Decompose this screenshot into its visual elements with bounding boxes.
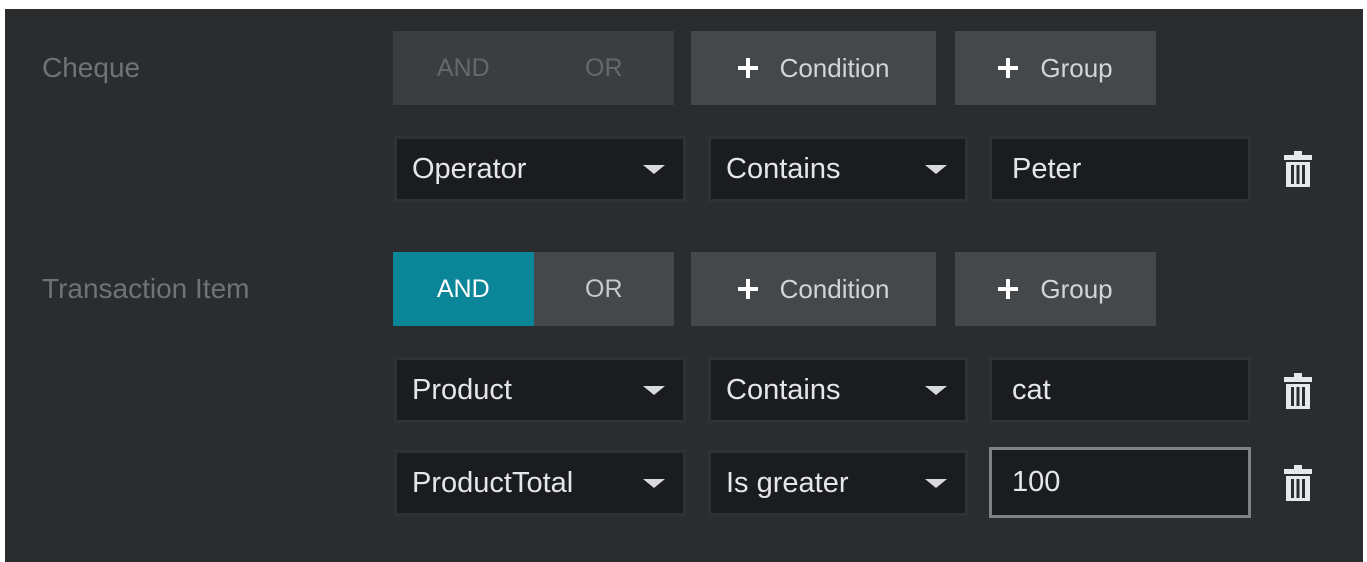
operator-select-value: Contains [726,373,841,406]
add-group-label: Group [1040,273,1113,304]
add-condition-label: Condition [779,273,890,304]
logic-toggle-cheque: AND OR [393,31,674,105]
add-condition-button[interactable]: Condition [691,252,936,326]
group-label-cheque: Cheque [42,52,141,83]
field-select-value: ProductTotal [412,466,574,499]
and-button[interactable]: AND [393,252,534,326]
value-input[interactable] [989,447,1251,518]
add-condition-label: Condition [779,52,890,83]
or-button: OR [585,53,623,82]
field-select[interactable]: Operator [394,136,686,202]
value-input[interactable] [989,357,1251,423]
field-select-value: Operator [412,152,527,185]
field-select[interactable]: ProductTotal [394,450,686,516]
or-button[interactable]: OR [533,252,674,326]
add-condition-button[interactable]: Condition [691,31,936,105]
field-select[interactable]: Product [394,357,686,423]
caret-down-icon [925,164,947,174]
caret-down-icon [643,478,665,488]
and-button: AND [436,53,490,82]
operator-select-value: Contains [726,152,841,185]
trash-icon[interactable] [1283,151,1313,187]
logic-toggle-transaction-item[interactable]: AND OR [393,252,674,326]
plus-icon [998,279,1019,299]
operator-select[interactable]: Contains [708,136,968,202]
add-group-button[interactable]: Group [955,252,1156,326]
group-label-transaction-item: Transaction Item [42,273,250,304]
value-input[interactable] [989,136,1251,202]
caret-down-icon [925,385,947,395]
trash-icon[interactable] [1283,373,1313,409]
operator-select[interactable]: Is greater [708,450,968,516]
operator-select[interactable]: Contains [708,357,968,423]
trash-icon[interactable] [1283,465,1313,501]
plus-icon [737,279,758,299]
caret-down-icon [925,478,947,488]
plus-icon [737,58,758,78]
field-select-value: Product [412,373,512,406]
plus-icon [998,58,1019,78]
operator-select-value: Is greater [726,466,849,499]
add-group-label: Group [1040,52,1113,83]
add-group-button[interactable]: Group [955,31,1156,105]
caret-down-icon [643,164,665,174]
caret-down-icon [643,385,665,395]
